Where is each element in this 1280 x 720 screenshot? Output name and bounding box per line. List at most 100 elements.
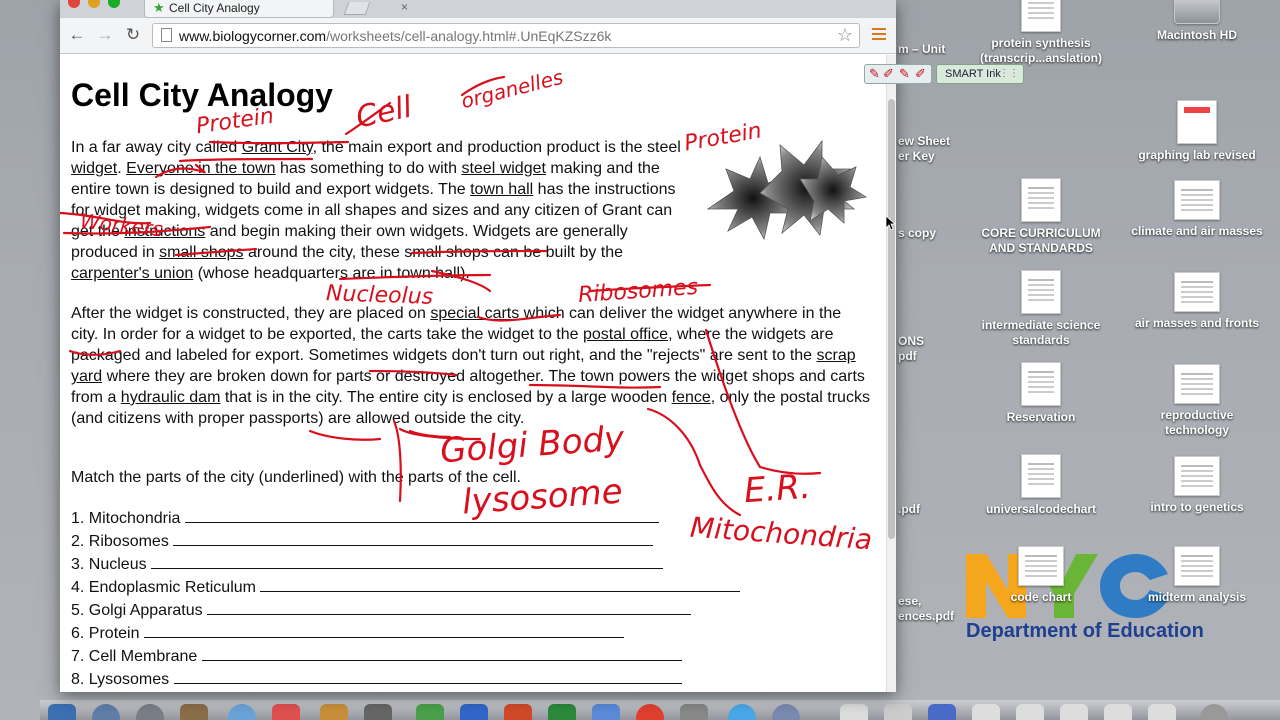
presentation-icon: [1174, 180, 1220, 220]
pen-icon[interactable]: ✐: [883, 67, 894, 81]
scrollbar-thumb[interactable]: [888, 99, 895, 539]
ilife-icon[interactable]: [928, 704, 956, 720]
desktop-file-code-chart[interactable]: code chart: [971, 546, 1111, 605]
folder-stack-icon[interactable]: [1060, 704, 1088, 720]
story-paragraph-2: After the widget is constructed, they ar…: [71, 303, 871, 429]
ink-annotation: E.R.: [742, 466, 813, 512]
answer-blank-line: [260, 578, 741, 592]
launchpad-icon[interactable]: [136, 704, 164, 720]
page-icon: [161, 28, 172, 42]
app-store-icon[interactable]: [592, 704, 620, 720]
minimize-window-icon[interactable]: [88, 0, 100, 8]
pen-icon[interactable]: ✎: [899, 67, 910, 81]
address-bar[interactable]: www.biologycorner.com/worksheets/cell-an…: [152, 23, 860, 48]
document-icon: [1021, 454, 1061, 498]
calendar-icon[interactable]: [272, 704, 300, 720]
reload-button[interactable]: ↻: [122, 24, 144, 46]
safari-icon[interactable]: [228, 704, 256, 720]
desktop-file-reproductive-technology[interactable]: reproductive technology: [1127, 364, 1267, 438]
preview-icon[interactable]: [680, 704, 708, 720]
numbers-icon[interactable]: [416, 704, 444, 720]
browser-toolbar: ← → ↻ www.biologycorner.com/worksheets/c…: [60, 18, 896, 54]
desktop-partial-label: er Key: [898, 149, 935, 163]
underlined-term: town hall: [470, 181, 534, 198]
match-row: 3. Nucleus: [71, 553, 740, 576]
pen-icon[interactable]: ✎: [869, 67, 880, 81]
desktop-file-midterm-analysis[interactable]: midterm analysis: [1127, 546, 1267, 605]
match-label: 4. Endoplasmic Reticulum: [71, 579, 261, 596]
bookmark-star-icon[interactable]: ☆: [837, 25, 853, 45]
chrome-icon[interactable]: [636, 704, 664, 720]
underlined-term: Grant City: [241, 139, 313, 156]
desktop-partial-label: .pdf: [898, 502, 920, 516]
contacts-icon[interactable]: [320, 704, 348, 720]
zoom-window-icon[interactable]: [108, 0, 120, 8]
answer-blank-line: [207, 601, 692, 615]
desktop-file-core-curriculum[interactable]: CORE CURRICULUM AND STANDARDS: [971, 178, 1111, 256]
desktop-file-universalcodechart[interactable]: universalcodechart: [971, 454, 1111, 517]
presentation-icon: [1174, 456, 1220, 496]
folder-stack-icon[interactable]: [1104, 704, 1132, 720]
desktop-file-reservation[interactable]: Reservation: [971, 362, 1111, 425]
paragraph-text: In a far away city called: [71, 139, 242, 156]
powerpoint-icon[interactable]: [504, 704, 532, 720]
nyc-department-text: Department of Education: [966, 620, 1204, 642]
tab-title: Cell City Analogy: [169, 1, 260, 15]
system-preferences-icon[interactable]: [772, 704, 800, 720]
page-title: Cell City Analogy: [71, 77, 333, 113]
notes-icon[interactable]: [180, 704, 208, 720]
smart-ink-menu[interactable]: SMART Ink ⋮⋮⋮: [936, 64, 1024, 84]
excel-icon[interactable]: [548, 704, 576, 720]
trash-icon[interactable]: [1200, 704, 1228, 720]
pen-icon[interactable]: ✐: [915, 67, 926, 81]
utilities-icon[interactable]: [364, 704, 392, 720]
desktop-partial-label: ONS: [898, 334, 925, 348]
grip-icon[interactable]: ⋮⋮⋮: [989, 67, 1019, 81]
answer-blank-line: [173, 670, 682, 684]
document-icon: [1177, 100, 1217, 144]
new-tab-button[interactable]: [343, 2, 371, 15]
match-row: 1. Mitochondria: [71, 507, 740, 530]
document-icon: [1021, 270, 1061, 314]
match-row: 4. Endoplasmic Reticulum: [71, 576, 741, 599]
desktop-file-intermediate-standards[interactable]: intermediate science standards: [971, 270, 1111, 348]
smart-ink-pen-tray[interactable]: ✎ ✐ ✎ ✐: [864, 64, 932, 84]
back-button[interactable]: ←: [66, 24, 88, 46]
hard-drive-icon: [1174, 0, 1220, 24]
document-icon: [1021, 0, 1061, 32]
finder-icon[interactable]: [48, 704, 76, 720]
desktop-file-graphing-lab[interactable]: graphing lab revised: [1127, 100, 1267, 163]
desktop-partial-label: ences.pdf: [898, 609, 955, 623]
url-text[interactable]: www.biologycorner.com/worksheets/cell-an…: [179, 28, 611, 44]
desktop-partial-label: ew Sheet: [898, 134, 951, 148]
presentation-icon: [1174, 546, 1220, 586]
dashboard-icon[interactable]: [92, 704, 120, 720]
folder-stack-icon[interactable]: [972, 704, 1000, 720]
close-window-icon[interactable]: [68, 0, 80, 8]
page-scrollbar[interactable]: [886, 55, 896, 692]
folder-stack-icon[interactable]: [1016, 704, 1044, 720]
match-row: 5. Golgi Apparatus: [71, 599, 740, 622]
word-icon[interactable]: [460, 704, 488, 720]
desktop-file-climate-air-masses[interactable]: climate and air masses: [1127, 180, 1267, 239]
desktop-file-air-masses-fronts[interactable]: air masses and fronts: [1127, 272, 1267, 331]
match-row: 2. Ribosomes: [71, 530, 740, 553]
match-label: 7. Cell Membrane: [71, 648, 202, 665]
desktop-macintosh-hd[interactable]: Macintosh HD: [1127, 0, 1267, 43]
paragraph-text: has something to do with: [275, 160, 462, 177]
desktop-partial-label: s copy: [898, 226, 937, 240]
skype-icon[interactable]: [728, 704, 756, 720]
desktop-file-protein-synthesis[interactable]: protein synthesis (transcrip...anslation…: [971, 0, 1111, 66]
tab-close-icon[interactable]: ×: [401, 0, 408, 14]
match-label: 6. Protein: [71, 625, 144, 642]
desktop-partial-label: pdf: [898, 349, 917, 363]
match-label: 2. Ribosomes: [71, 533, 174, 550]
documents-stack-icon[interactable]: [884, 704, 912, 720]
match-label: 1. Mitochondria: [71, 510, 185, 527]
chrome-menu-icon[interactable]: [872, 28, 886, 42]
forward-button[interactable]: →: [94, 24, 116, 46]
folder-stack-icon[interactable]: [1148, 704, 1176, 720]
downloads-stack-icon[interactable]: [840, 704, 868, 720]
tab-cell-city-analogy[interactable]: ★ Cell City Analogy ×: [144, 0, 408, 18]
desktop-file-intro-genetics[interactable]: intro to genetics: [1127, 456, 1267, 515]
